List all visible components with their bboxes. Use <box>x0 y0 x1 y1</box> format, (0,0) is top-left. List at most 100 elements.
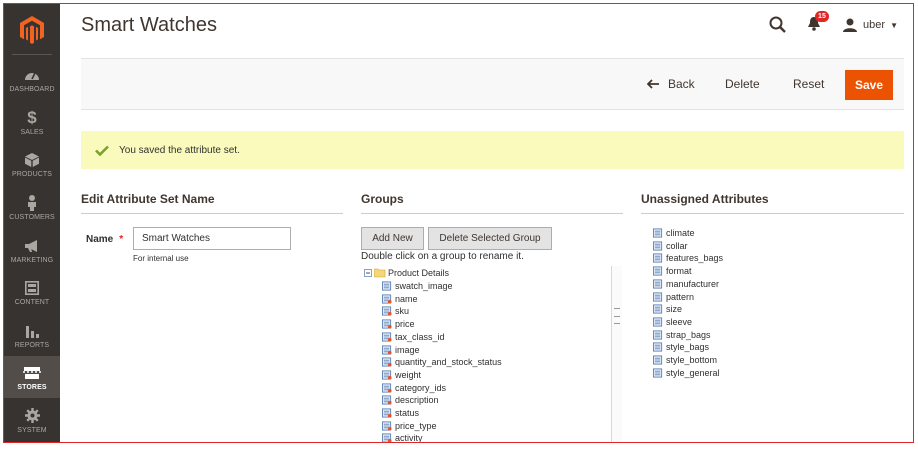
logo-divider <box>12 54 52 55</box>
tree-attribute-item[interactable]: price <box>382 318 415 330</box>
divider <box>361 213 623 214</box>
unassigned-attribute-item[interactable]: style_bottom <box>653 354 717 366</box>
attribute-icon <box>653 330 663 340</box>
magento-logo[interactable] <box>4 8 60 52</box>
attribute-icon <box>382 408 392 418</box>
nav-reports[interactable]: REPORTS <box>4 314 60 356</box>
page-actions-bar: Back Delete Reset Save <box>81 58 904 110</box>
divider <box>81 213 343 214</box>
user-menu[interactable]: uber ▼ <box>843 18 898 32</box>
attribute-icon <box>653 279 663 289</box>
tree-attribute-label: tax_class_id <box>395 331 445 342</box>
delete-selected-group-button[interactable]: Delete Selected Group <box>428 227 552 250</box>
nav-content[interactable]: CONTENT <box>4 271 60 313</box>
bar-chart-icon <box>25 322 39 340</box>
attribute-icon <box>653 291 663 302</box>
nav-marketing[interactable]: MARKETING <box>4 229 60 271</box>
save-button[interactable]: Save <box>845 70 893 100</box>
nav-customers[interactable]: CUSTOMERS <box>4 186 60 228</box>
search-icon[interactable] <box>769 16 787 34</box>
unassigned-title: Unassigned Attributes <box>641 192 769 206</box>
unassigned-attribute-item[interactable]: strap_bags <box>653 329 711 341</box>
tree-attribute-label: category_ids <box>395 382 447 393</box>
tree-attribute-label: swatch_image <box>395 281 453 291</box>
nav-label: CONTENT <box>14 298 50 306</box>
unassigned-attribute-label: size <box>666 304 683 315</box>
collapse-icon[interactable] <box>364 269 372 277</box>
layout-icon <box>25 279 39 297</box>
groups-hint: Double click on a group to rename it. <box>361 251 524 262</box>
nav-sales[interactable]: $ SALES <box>4 101 60 143</box>
delete-button[interactable]: Delete <box>725 77 760 91</box>
nav-label: MARKETING <box>10 256 54 264</box>
tree-attribute-item[interactable]: image <box>382 344 420 356</box>
megaphone-icon <box>24 237 40 255</box>
success-message-text: You saved the attribute set. <box>119 144 240 156</box>
tree-attribute-item[interactable]: swatch_image <box>382 280 453 292</box>
attribute-icon <box>382 357 392 367</box>
nav-label: DASHBOARD <box>9 85 55 93</box>
tree-attribute-label: image <box>395 344 420 355</box>
attribute-set-name-input[interactable] <box>133 227 291 250</box>
tree-attribute-label: name <box>395 293 418 304</box>
unassigned-attribute-item[interactable]: size <box>653 303 682 315</box>
tree-group-product-details[interactable]: Product Details <box>364 268 449 278</box>
tree-attribute-item[interactable]: tax_class_id <box>382 331 445 343</box>
tree-attribute-item[interactable]: description <box>382 394 439 406</box>
unassigned-attribute-item[interactable]: sleeve <box>653 316 692 328</box>
name-field-label: Name * <box>86 234 123 245</box>
back-button[interactable]: Back <box>647 77 695 91</box>
nav-label: PRODUCTS <box>11 170 53 178</box>
attribute-icon <box>653 253 663 263</box>
unassigned-attribute-item[interactable]: manufacturer <box>653 278 719 290</box>
groups-tree[interactable]: Product Details swatch_image name sku price… <box>361 266 624 442</box>
unassigned-attribute-item[interactable]: style_general <box>653 367 720 379</box>
tree-scrollbar[interactable] <box>611 266 622 442</box>
tree-group-label: Product Details <box>388 268 450 278</box>
admin-header-actions: 15 uber ▼ <box>769 11 898 36</box>
tree-attribute-label: weight <box>395 369 422 380</box>
nav-products[interactable]: PRODUCTS <box>4 143 60 185</box>
unassigned-attribute-item[interactable]: pattern <box>653 291 694 303</box>
success-message: You saved the attribute set. <box>81 131 904 169</box>
tree-attribute-item[interactable]: weight <box>382 369 421 381</box>
unassigned-attribute-item[interactable]: style_bags <box>653 341 709 353</box>
unassigned-attribute-label: features_bags <box>666 253 724 264</box>
tree-attribute-item[interactable]: name <box>382 293 418 305</box>
nav-dashboard[interactable]: DASHBOARD <box>4 58 60 100</box>
tree-attribute-item[interactable]: sku <box>382 305 409 317</box>
nav-label: STORES <box>17 383 47 391</box>
unassigned-attribute-item[interactable]: climate <box>653 227 695 239</box>
attribute-icon <box>382 319 392 329</box>
add-new-group-button[interactable]: Add New <box>361 227 424 250</box>
scrollbar-grip-icon[interactable] <box>614 308 620 324</box>
attribute-icon <box>382 306 392 316</box>
page-title: Smart Watches <box>81 14 217 36</box>
attribute-icon <box>382 370 392 380</box>
tree-attribute-item[interactable]: price_type <box>382 420 437 432</box>
nav-system[interactable]: SYSTEM <box>4 399 60 441</box>
tree-attribute-label: status <box>395 408 420 418</box>
name-label-text: Name <box>86 234 114 245</box>
nav-label: SALES <box>20 128 44 136</box>
tree-attribute-item[interactable]: category_ids <box>382 382 446 394</box>
nav-stores[interactable]: STORES <box>4 356 60 398</box>
unassigned-attribute-label: format <box>666 266 692 277</box>
attribute-icon <box>653 266 663 276</box>
notifications-button[interactable]: 15 <box>807 11 829 34</box>
store-icon <box>23 364 41 382</box>
unassigned-attribute-item[interactable]: collar <box>653 240 688 252</box>
unassigned-attribute-item[interactable]: features_bags <box>653 252 723 264</box>
unassigned-attribute-label: climate <box>666 228 695 238</box>
attribute-icon <box>653 368 663 378</box>
tree-attribute-item[interactable]: activity <box>382 432 423 442</box>
tree-attribute-item[interactable]: quantity_and_stock_status <box>382 356 502 368</box>
arrow-left-icon <box>647 79 659 89</box>
caret-down-icon: ▼ <box>890 20 898 30</box>
attribute-icon <box>382 433 392 442</box>
unassigned-attribute-item[interactable]: format <box>653 265 692 277</box>
reset-button[interactable]: Reset <box>793 77 824 91</box>
user-icon <box>843 18 858 32</box>
unassigned-attribute-label: style_general <box>666 367 720 378</box>
tree-attribute-item[interactable]: status <box>382 407 419 419</box>
